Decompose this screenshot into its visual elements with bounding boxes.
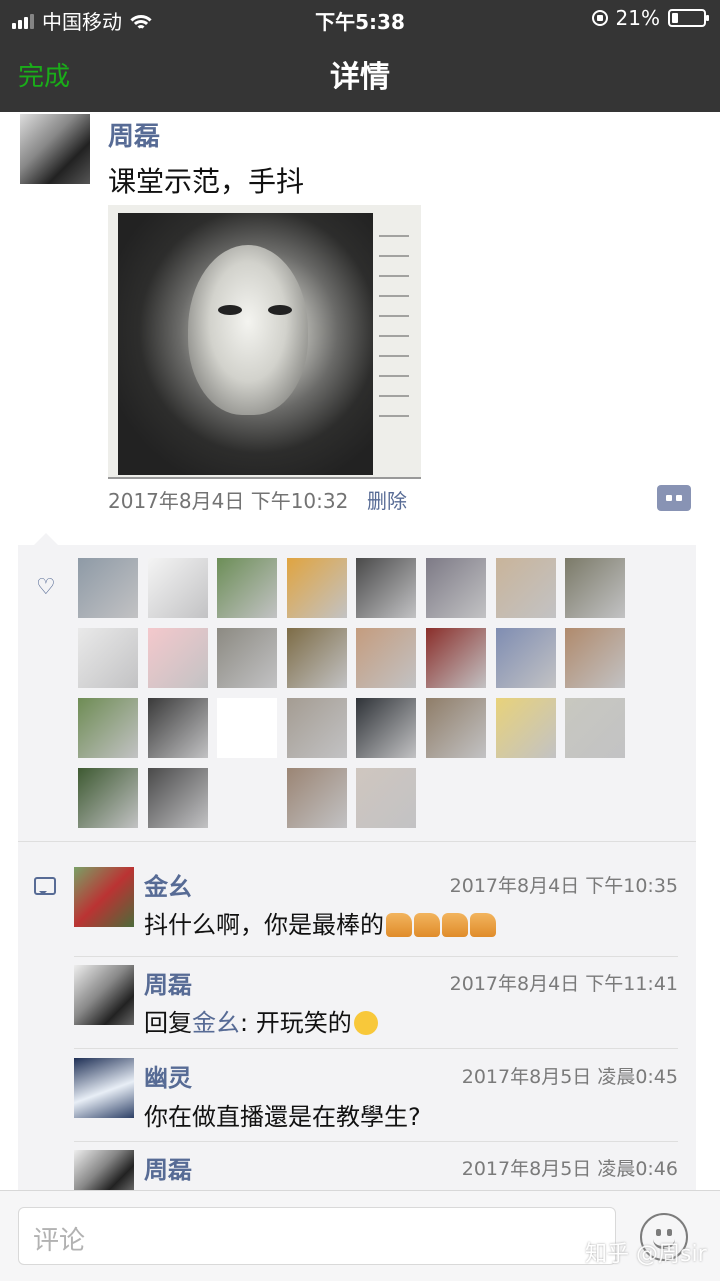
like-avatar[interactable] bbox=[217, 768, 278, 828]
watermark: 知乎 @周sir bbox=[585, 1242, 707, 1267]
commenter-name[interactable]: 金幺 bbox=[144, 867, 192, 902]
thumbs-up-icon bbox=[414, 913, 440, 937]
comment-time: 2017年8月5日 凌晨0:46 bbox=[461, 1158, 678, 1180]
post-image[interactable] bbox=[108, 205, 421, 479]
like-avatar[interactable] bbox=[356, 768, 417, 828]
like-avatar[interactable] bbox=[147, 558, 208, 618]
likes-comments-panel: ♡ 金幺 2017年8月4日 下午10:35 抖什么啊，你是最棒的 周磊 201… bbox=[18, 533, 696, 1195]
like-avatar[interactable] bbox=[565, 558, 626, 618]
commenter-avatar[interactable] bbox=[74, 1150, 134, 1190]
author-avatar[interactable] bbox=[20, 114, 90, 184]
post-timestamp: 2017年8月4日 下午10:32 bbox=[108, 489, 349, 513]
thumbs-up-icon bbox=[470, 913, 496, 937]
divider bbox=[74, 1141, 678, 1142]
like-avatar[interactable] bbox=[565, 628, 626, 688]
divider bbox=[74, 1048, 678, 1049]
comment-body: 抖什么啊，你是最棒的 bbox=[144, 911, 384, 939]
thinking-emoji-icon bbox=[353, 1011, 378, 1035]
comment-time: 2017年8月4日 下午10:35 bbox=[449, 875, 678, 897]
like-avatar[interactable] bbox=[356, 558, 417, 618]
like-avatar[interactable] bbox=[565, 698, 626, 758]
like-avatar[interactable] bbox=[78, 698, 138, 758]
like-avatar[interactable] bbox=[286, 698, 347, 758]
navigation-bar: 完成 详情 bbox=[0, 36, 720, 112]
like-avatar[interactable] bbox=[286, 768, 347, 828]
thumbs-up-icon bbox=[442, 913, 468, 937]
like-avatar[interactable] bbox=[495, 698, 556, 758]
comment-menu-button[interactable] bbox=[657, 485, 691, 511]
comment-body: : 开玩笑的 bbox=[240, 1009, 352, 1037]
comment-body: 你在做直播還是在教學生? bbox=[144, 1103, 421, 1131]
like-avatar[interactable] bbox=[426, 628, 486, 688]
commenter-name[interactable]: 幽灵 bbox=[144, 1058, 192, 1093]
like-avatar[interactable] bbox=[495, 628, 556, 688]
like-avatar[interactable] bbox=[217, 628, 278, 688]
rotation-lock-icon bbox=[591, 10, 608, 26]
like-avatar[interactable] bbox=[495, 558, 556, 618]
battery-percent: 21% bbox=[615, 6, 660, 30]
divider bbox=[74, 956, 678, 957]
commenter-name[interactable]: 周磊 bbox=[144, 1150, 192, 1185]
like-avatar[interactable] bbox=[217, 698, 278, 758]
commenter-name[interactable]: 周磊 bbox=[144, 965, 192, 1000]
heart-icon: ♡ bbox=[36, 575, 56, 600]
commenter-avatar[interactable] bbox=[74, 1058, 134, 1118]
like-avatar[interactable] bbox=[78, 768, 138, 828]
post-author-name[interactable]: 周磊 bbox=[108, 116, 160, 153]
comment-time: 2017年8月4日 下午11:41 bbox=[449, 973, 678, 995]
commenter-avatar[interactable] bbox=[74, 867, 134, 927]
comment-icon bbox=[34, 877, 56, 895]
comment-text: 抖什么啊，你是最棒的 bbox=[144, 905, 496, 940]
like-avatar[interactable] bbox=[286, 558, 347, 618]
like-avatar[interactable] bbox=[217, 558, 278, 618]
like-avatar[interactable] bbox=[147, 698, 208, 758]
comment-text: 回复金幺: 开玩笑的 bbox=[144, 1003, 378, 1038]
like-avatar[interactable] bbox=[78, 628, 138, 688]
page-title: 详情 bbox=[330, 60, 390, 95]
battery-icon bbox=[668, 9, 709, 27]
like-avatar[interactable] bbox=[78, 558, 138, 618]
thumbs-up-icon bbox=[386, 913, 412, 937]
reply-to-name[interactable]: 金幺 bbox=[192, 1009, 240, 1037]
like-avatar[interactable] bbox=[356, 698, 417, 758]
like-avatar[interactable] bbox=[356, 628, 417, 688]
like-avatar[interactable] bbox=[426, 558, 486, 618]
status-bar: 中国移动 下午5:38 21% bbox=[0, 0, 720, 36]
comment-time: 2017年8月5日 凌晨0:45 bbox=[461, 1066, 678, 1088]
like-avatar[interactable] bbox=[147, 628, 208, 688]
like-avatar[interactable] bbox=[286, 628, 347, 688]
delete-link[interactable]: 删除 bbox=[367, 485, 407, 514]
comment-input[interactable]: 评论 bbox=[18, 1207, 616, 1265]
divider bbox=[18, 841, 696, 842]
like-avatar[interactable] bbox=[426, 698, 486, 758]
commenter-avatar[interactable] bbox=[74, 965, 134, 1025]
reply-prefix: 回复 bbox=[144, 1009, 192, 1037]
like-avatar[interactable] bbox=[147, 768, 208, 828]
post-text: 课堂示范，手抖 bbox=[108, 165, 305, 198]
